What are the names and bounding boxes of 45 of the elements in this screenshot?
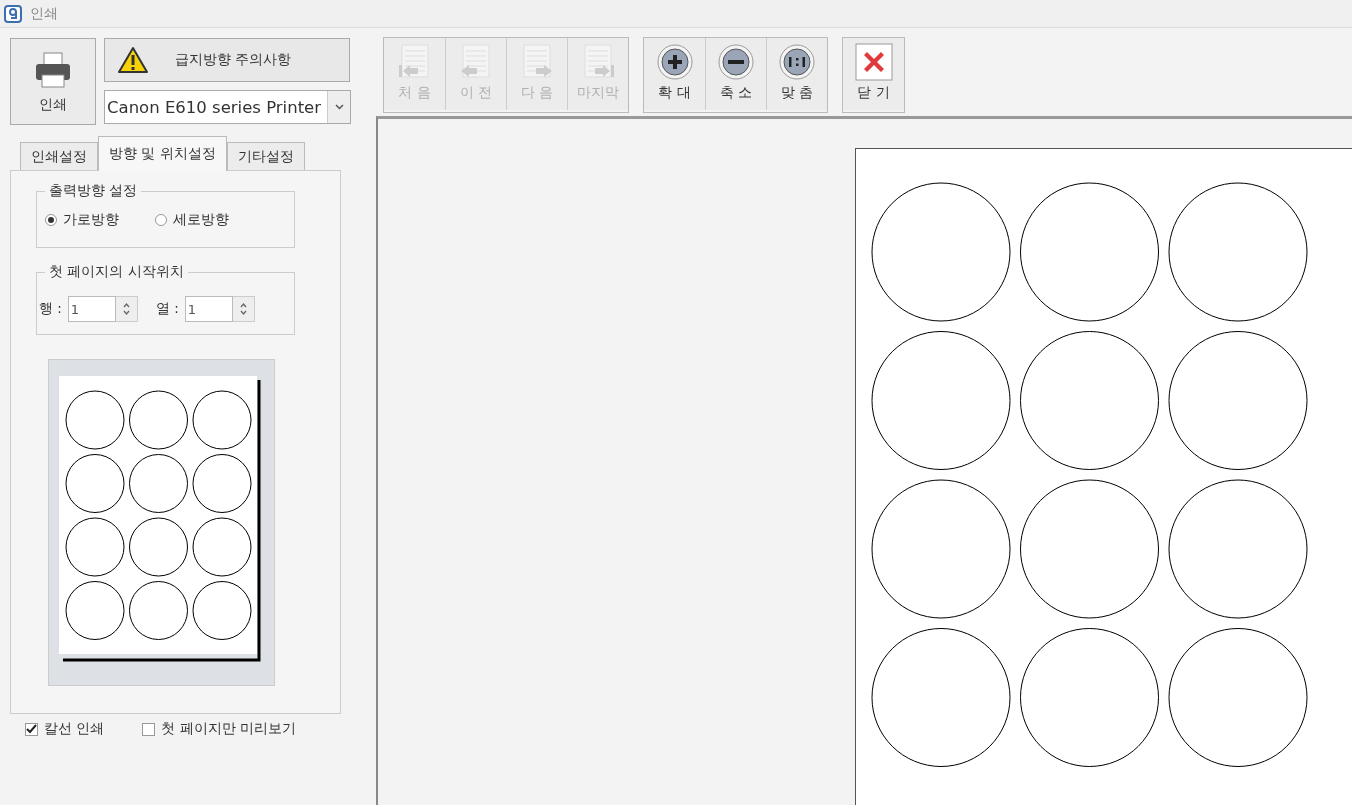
field-label: 열 :: [155, 300, 179, 318]
label-circle: [192, 454, 251, 513]
number-field[interactable]: 1: [67, 296, 116, 322]
label-circle: [128, 454, 188, 513]
radio-option[interactable]: 세로방향: [155, 211, 229, 229]
spin-arrows-icon: [122, 302, 130, 316]
zoom-in-icon: [655, 43, 694, 81]
label-circle: [192, 517, 251, 577]
spin-buttons[interactable]: [115, 296, 138, 322]
label-circle: [65, 390, 124, 450]
window-title: 인쇄: [30, 4, 58, 23]
label-circle: [65, 454, 124, 513]
group-legend: 출력방향 설정: [45, 182, 142, 200]
label-circle: [128, 390, 188, 450]
chevron-down-icon: [334, 104, 344, 110]
spin-arrows-icon: [239, 302, 247, 316]
warning-icon: [117, 46, 149, 74]
group-legend: 첫 페이지의 시작위치: [45, 263, 188, 281]
toolbar-button[interactable]: 맞 춤: [766, 38, 827, 110]
print-button[interactable]: 인쇄: [10, 38, 96, 125]
label-circle: [128, 517, 188, 577]
actual-size-icon: [778, 43, 816, 81]
radio-option[interactable]: 가로방향: [45, 211, 119, 229]
tab[interactable]: 방향 및 위치설정: [98, 136, 227, 171]
checkbox-option[interactable]: 첫 페이지만 미리보기: [142, 720, 296, 738]
warning-button[interactable]: 급지방향 주의사항: [104, 38, 350, 82]
number-field[interactable]: 1: [184, 296, 233, 322]
printer-icon: [33, 49, 73, 90]
label-circle: [128, 581, 188, 640]
label-circle: [65, 517, 124, 577]
app-logo-icon: [4, 4, 22, 23]
zoom-out-icon: [717, 43, 755, 81]
close-icon: [854, 43, 893, 81]
label-circle: [192, 581, 251, 640]
field-label: 행 :: [39, 300, 62, 318]
printer-dropdown[interactable]: Canon E610 series Printer: [104, 90, 351, 124]
tab[interactable]: 기타설정: [226, 142, 305, 170]
toolbar-button[interactable]: 닫 기: [843, 38, 904, 110]
label-circle: [65, 581, 124, 640]
toolbar-button[interactable]: 확 대: [644, 38, 705, 110]
tab[interactable]: 인쇄설정: [20, 142, 98, 170]
label-circle: [192, 390, 251, 450]
spin-buttons[interactable]: [232, 296, 255, 322]
toolbar-button[interactable]: 축 소: [705, 38, 766, 110]
checkbox-option[interactable]: 칼선 인쇄: [25, 720, 105, 738]
